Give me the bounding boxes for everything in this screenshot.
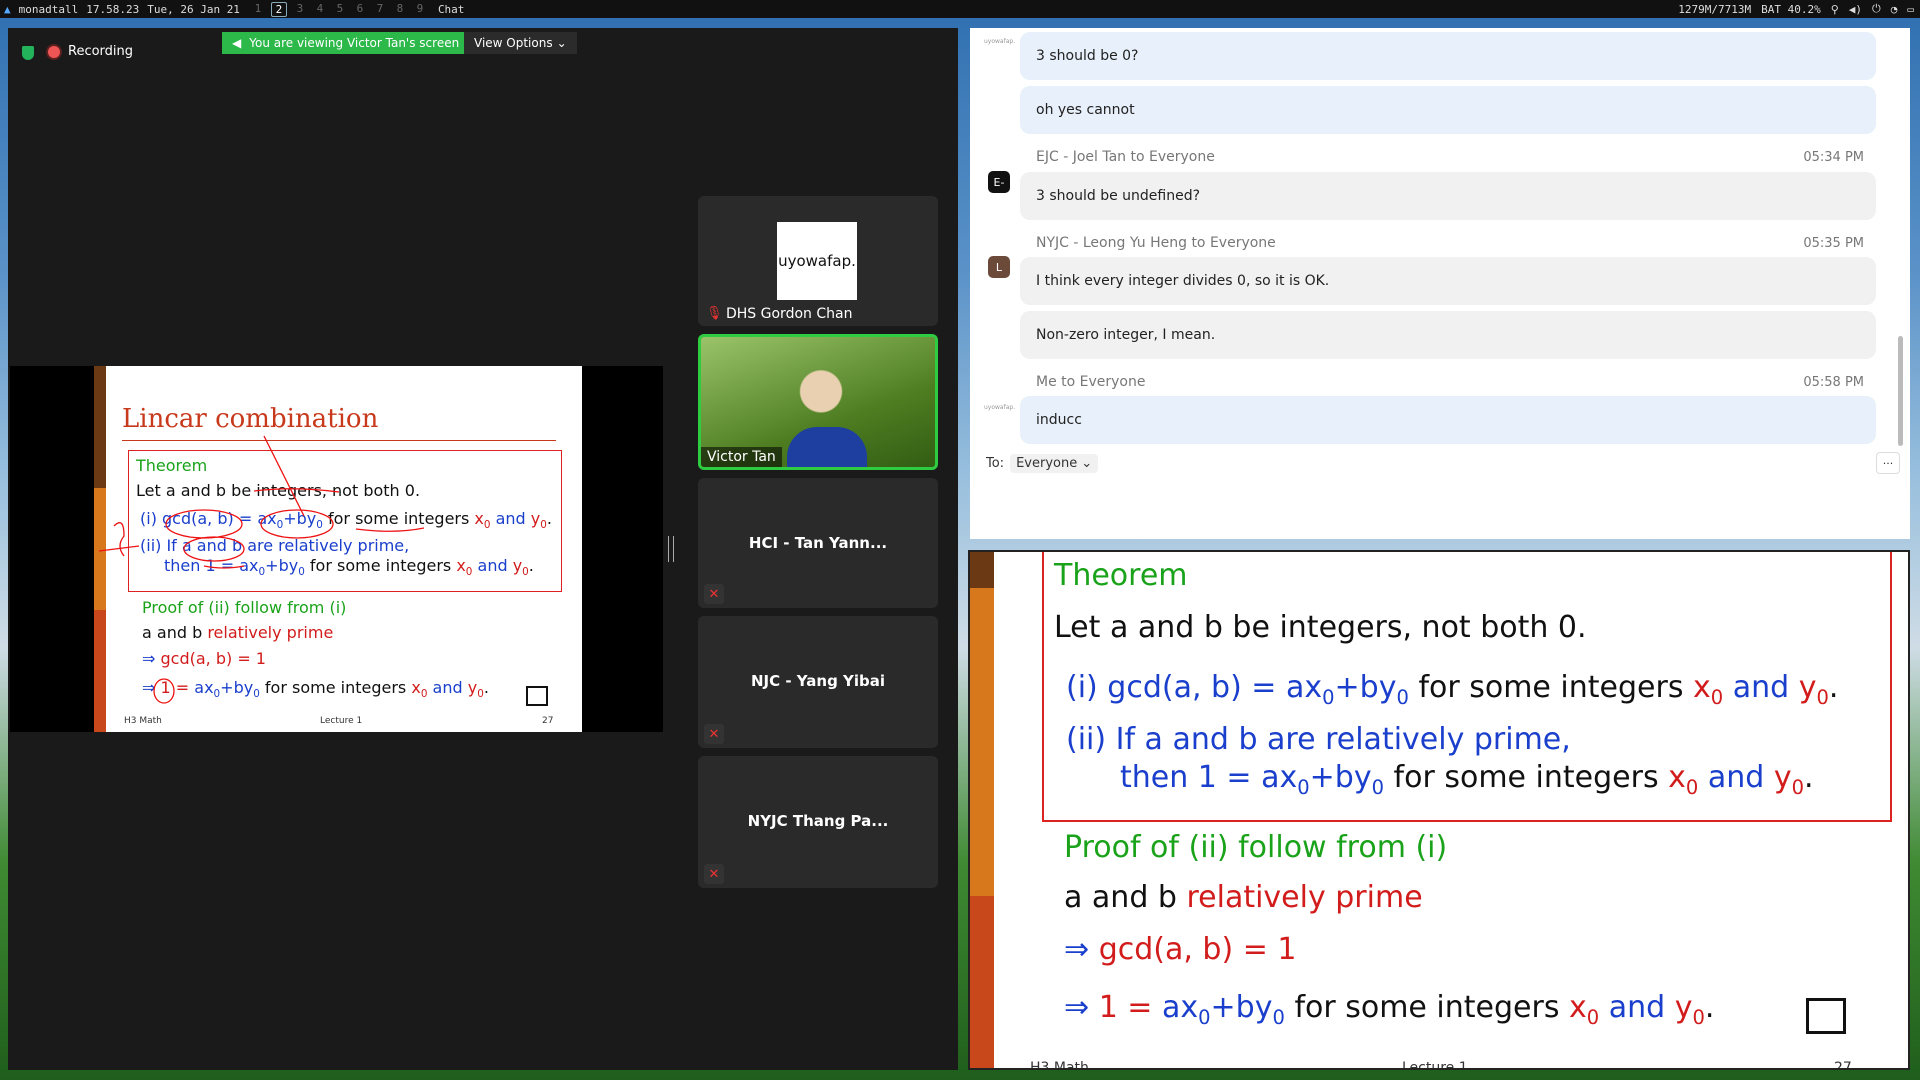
proof-line-3: ⇒ 1 = ax0+by0 for some integers x0 and y… <box>1064 990 1715 1029</box>
footer-mid: Lecture 1 <box>1402 1060 1468 1070</box>
muted-mic-icon: ✕ <box>704 724 724 744</box>
muted-mic-icon: ✕ <box>704 864 724 884</box>
participant-tile-gordon[interactable]: uyowafap. 🎙 DHS Gordon Chan <box>698 196 938 326</box>
chat-sender: NYJC - Leong Yu Heng to Everyone <box>1036 235 1276 251</box>
chat-input[interactable] <box>982 480 1898 530</box>
view-options-button[interactable]: View Options ⌄ <box>464 32 577 54</box>
power-icon[interactable]: ⏻ <box>1872 2 1881 16</box>
workspace-switcher[interactable]: 1 2 3 4 5 6 7 8 9 <box>248 1 430 17</box>
recording-indicator[interactable]: Recording <box>48 44 133 59</box>
workspace-2[interactable]: 2 <box>270 1 287 17</box>
recipient-row: To: Everyone ⌄ <box>986 454 1099 473</box>
chevron-down-icon: ⌄ <box>556 36 567 50</box>
network-icon[interactable]: ◔ <box>1891 3 1898 16</box>
theorem-statement: Let a and b be integers, not both 0. <box>1054 610 1587 645</box>
clock-time: 17.58.23 <box>86 2 140 16</box>
resize-handle[interactable] <box>668 536 674 562</box>
workspace-8[interactable]: 8 <box>390 2 410 17</box>
chat-message[interactable]: Non-zero integer, I mean. <box>1020 311 1876 359</box>
participant-name: HCI - Tan Yann... <box>748 534 888 552</box>
proof-line-1: a and b relatively prime <box>1064 880 1423 915</box>
viewing-banner-text: You are viewing Victor Tan's screen <box>249 36 460 50</box>
chat-time: 05:35 PM <box>1803 236 1864 251</box>
viewing-banner: ◀ You are viewing Victor Tan's screen <box>222 32 470 54</box>
workspace-7[interactable]: 7 <box>370 2 390 17</box>
more-options-button[interactable]: ··· <box>1876 452 1900 474</box>
chat-message[interactable]: 3 should be 0? <box>1020 32 1876 80</box>
username: monadtall <box>18 2 79 16</box>
chat-time: 05:58 PM <box>1803 375 1864 390</box>
proof-label: Proof of (ii) follow from (i) <box>1064 830 1448 865</box>
participant-tile-njc[interactable]: NJC - Yang Yibai ✕ <box>698 616 938 748</box>
shared-slide-zoomed: Theorem Let a and b be integers, not bot… <box>968 550 1910 1070</box>
muted-mic-icon: 🎙 <box>706 306 723 321</box>
view-options-label: View Options <box>474 36 553 50</box>
workspace-3[interactable]: 3 <box>290 2 310 17</box>
chat-message[interactable]: I think every integer divides 0, so it i… <box>1020 257 1876 305</box>
muted-mic-icon: ✕ <box>704 584 724 604</box>
part-ii-line-2: then 1 = ax0+by0 for some integers x0 an… <box>1120 760 1814 799</box>
participant-name: DHS Gordon Chan <box>726 306 853 322</box>
record-dot-icon <box>48 45 60 58</box>
participant-name: Victor Tan <box>701 447 782 467</box>
person-shirt <box>787 427 867 467</box>
chat-sender: EJC - Joel Tan to Everyone <box>1036 149 1215 165</box>
sender-avatar-tiny: uyowafap. <box>984 38 1016 45</box>
participant-tile-nyjc[interactable]: NYJC Thang Pa... ✕ <box>698 756 938 888</box>
chat-time: 05:34 PM <box>1803 150 1864 165</box>
shared-slide-thumbnail: Lincar combination Theorem Let a and b b… <box>94 366 582 732</box>
theorem-label: Theorem <box>1054 558 1188 593</box>
sender-avatar-tiny: uyowafap. <box>984 404 1016 411</box>
chat-message[interactable]: oh yes cannot <box>1020 86 1876 134</box>
annotation-ink <box>98 435 425 704</box>
proof-line-2: ⇒ gcd(a, b) = 1 <box>1064 932 1297 967</box>
qed-box-icon <box>1806 998 1846 1034</box>
chat-panel: uyowafap. 3 should be 0? oh yes cannot E… <box>970 28 1910 539</box>
chat-scrollbar[interactable] <box>1898 336 1903 446</box>
avatar: uyowafap. <box>777 222 857 300</box>
avatar: E- <box>988 171 1010 193</box>
chat-message[interactable]: 3 should be undefined? <box>1020 172 1876 220</box>
display-icon[interactable]: ▭ <box>1907 3 1914 16</box>
workspace-9[interactable]: 9 <box>410 2 430 17</box>
workspace-6[interactable]: 6 <box>350 2 370 17</box>
logo-icon: ▲ <box>4 2 11 16</box>
system-status-bar: ▲ monadtall 17.58.23 Tue, 26 Jan 21 1 2 … <box>0 0 1920 18</box>
location-icon: ⚲ <box>1830 2 1839 16</box>
volume-icon[interactable]: ◀) <box>1849 3 1862 16</box>
memory-usage: 1279M/7713M <box>1678 2 1752 16</box>
participant-tile-victor[interactable]: Victor Tan <box>698 334 938 470</box>
part-ii-line-1: (ii) If a and b are relatively prime, <box>1066 722 1571 757</box>
recipient-dropdown[interactable]: Everyone ⌄ <box>1010 454 1099 473</box>
speaker-icon: ◀ <box>232 36 242 50</box>
workspace-4[interactable]: 4 <box>310 2 330 17</box>
to-label: To: <box>986 456 1005 471</box>
chat-sender: Me to Everyone <box>1036 374 1146 390</box>
window-title: Chat <box>437 2 465 16</box>
part-i-line: (i) gcd(a, b) = ax0+by0 for some integer… <box>1066 670 1839 709</box>
recording-label: Recording <box>68 44 134 59</box>
workspace-5[interactable]: 5 <box>330 2 350 17</box>
footer-right: 27 <box>1834 1060 1852 1070</box>
battery-status: BAT 40.2% <box>1761 2 1821 16</box>
chevron-down-icon: ⌄ <box>1081 456 1093 471</box>
avatar: L <box>988 256 1010 278</box>
footer-left: H3 Math <box>1030 1060 1089 1070</box>
clock-date: Tue, 26 Jan 21 <box>147 2 240 16</box>
chat-message[interactable]: inducc <box>1020 396 1876 444</box>
workspace-1[interactable]: 1 <box>248 2 268 17</box>
participant-tile-hci[interactable]: HCI - Tan Yann... ✕ <box>698 478 938 608</box>
participant-name: NJC - Yang Yibai <box>750 672 886 690</box>
security-shield-icon[interactable] <box>22 46 34 60</box>
participant-name: NYJC Thang Pa... <box>747 812 889 830</box>
